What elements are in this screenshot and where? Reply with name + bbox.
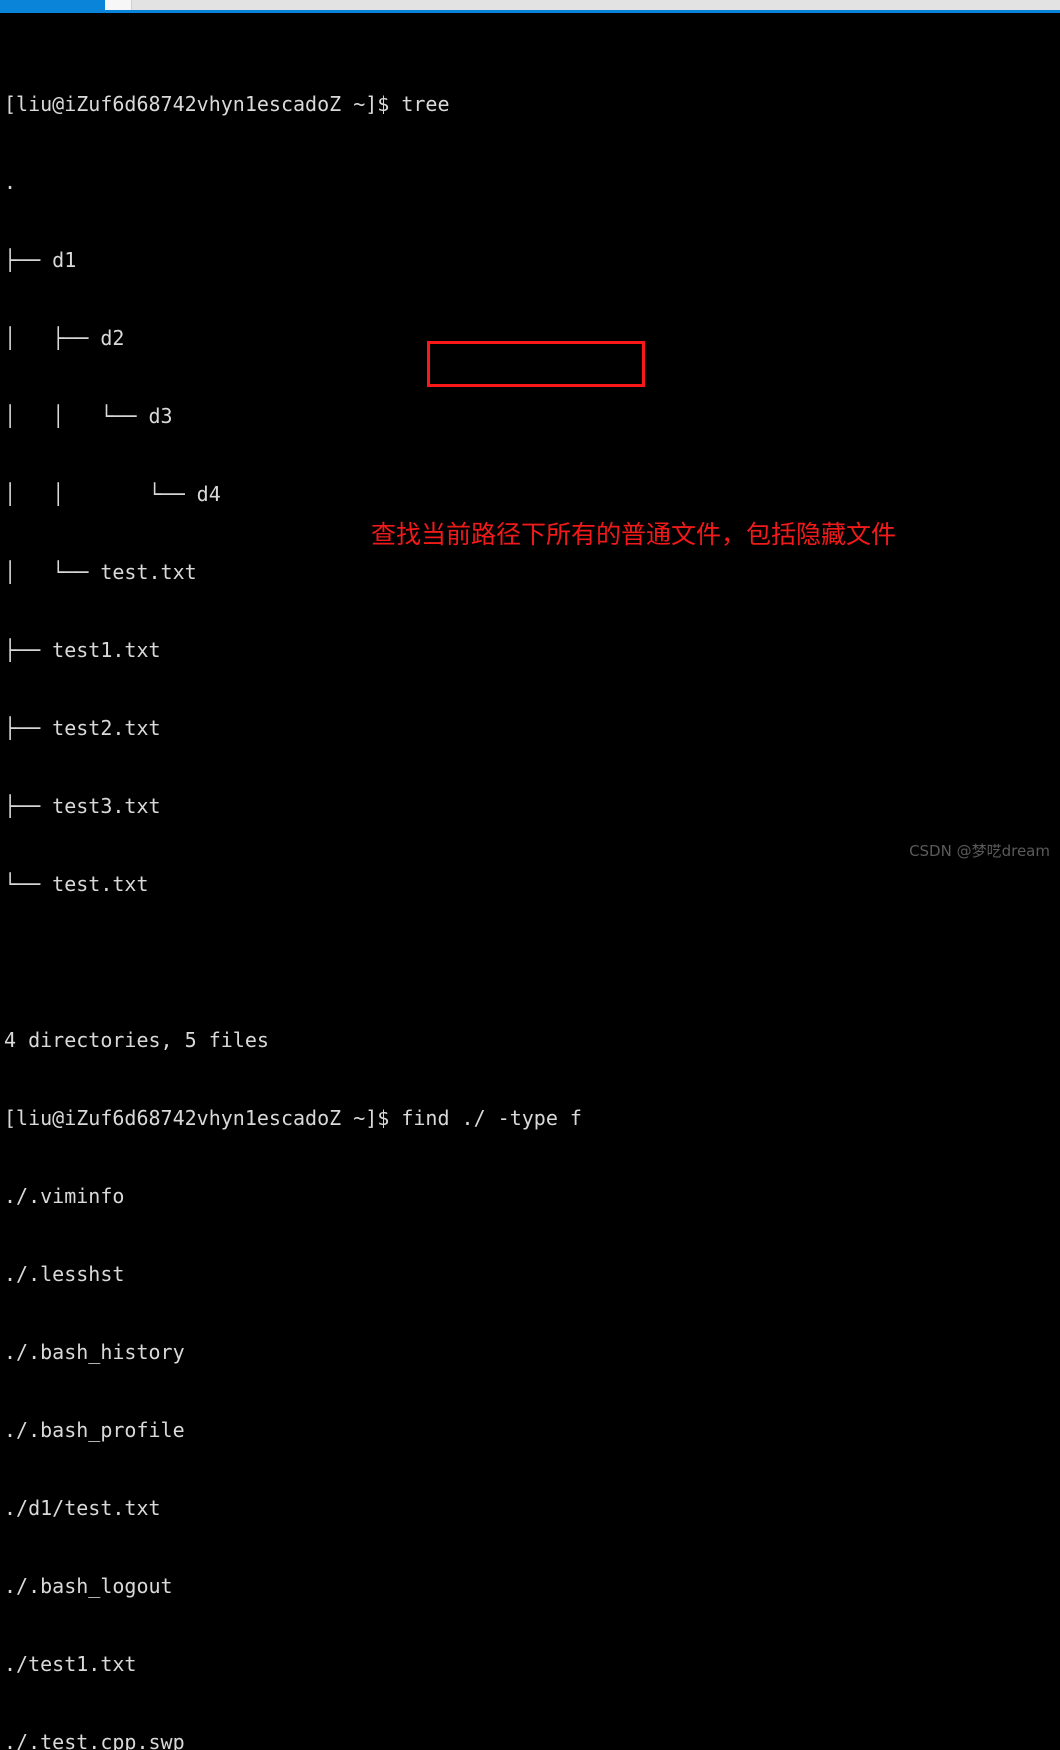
terminal-line-bash-history: ./.bash_history (0, 1339, 1060, 1365)
annotation-note: 查找当前路径下所有的普通文件，包括隐藏文件 (371, 520, 896, 550)
terminal-line-tree-d1: ├── d1 (0, 247, 1060, 273)
terminal-line-tree-d1-test: │ └── test.txt (0, 559, 1060, 585)
terminal-line-test-cpp-swp: ./.test.cpp.swp (0, 1729, 1060, 1750)
terminal-line-tree-d4: │ │ └── d4 (0, 481, 1060, 507)
terminal-line-tree-test3: ├── test3.txt (0, 793, 1060, 819)
terminal-line-test1-txt: ./test1.txt (0, 1651, 1060, 1677)
terminal-line-prompt-find: [liu@iZuf6d68742vhyn1escadoZ ~]$ find ./… (0, 1105, 1060, 1131)
terminal-line-tree-test2: ├── test2.txt (0, 715, 1060, 741)
terminal-line-bash-profile: ./.bash_profile (0, 1417, 1060, 1443)
terminal-line-prompt-tree: [liu@iZuf6d68742vhyn1escadoZ ~]$ tree (0, 91, 1060, 117)
terminal-line-tree-test1: ├── test1.txt (0, 637, 1060, 663)
terminal-line-viminfo: ./.viminfo (0, 1183, 1060, 1209)
terminal-line-tree-d2: │ ├── d2 (0, 325, 1060, 351)
terminal-line-bash-logout: ./.bash_logout (0, 1573, 1060, 1599)
terminal-line-tree-summary: 4 directories, 5 files (0, 1027, 1060, 1053)
terminal-line-lesshst: ./.lesshst (0, 1261, 1060, 1287)
terminal-line-tree-d3: │ │ └── d3 (0, 403, 1060, 429)
terminal-line-tree-root: . (0, 169, 1060, 195)
terminal-line-d1-test-txt: ./d1/test.txt (0, 1495, 1060, 1521)
csdn-watermark: CSDN @梦呓dream (909, 840, 1050, 861)
terminal-line-blank (0, 949, 1060, 975)
terminal-output[interactable]: [liu@iZuf6d68742vhyn1escadoZ ~]$ tree . … (0, 13, 1060, 875)
